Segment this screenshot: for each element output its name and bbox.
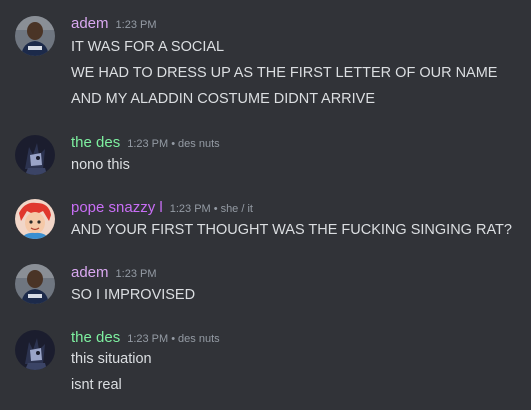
pronouns: des nuts — [178, 333, 220, 345]
message-header: adem 1:23 PM — [71, 15, 157, 35]
username[interactable]: pope snazzy l — [71, 199, 163, 216]
avatar[interactable] — [15, 199, 55, 239]
message-text: AND MY ALADDIN COSTUME DIDNT ARRIVE — [71, 91, 376, 107]
avatar[interactable] — [15, 135, 55, 175]
message-text: this situation — [71, 351, 152, 367]
message-header: the des 1:23 PM • des nuts — [71, 134, 220, 154]
timestamp[interactable]: 1:23 PM — [116, 268, 157, 280]
separator-dot: • — [213, 203, 218, 215]
message-text: AND YOUR FIRST THOUGHT WAS THE FUCKING S… — [71, 222, 512, 238]
message-text: WE HAD TO DRESS UP AS THE FIRST LETTER O… — [71, 65, 498, 81]
message-header: the des 1:23 PM • des nuts — [71, 329, 220, 349]
username[interactable]: adem — [71, 15, 109, 32]
message-text: IT WAS FOR A SOCIAL — [71, 39, 225, 55]
pronouns: des nuts — [178, 138, 220, 150]
message-header: adem 1:23 PM — [71, 264, 157, 284]
avatar[interactable] — [15, 16, 55, 56]
adem-avatar-icon — [15, 16, 55, 56]
avatar[interactable] — [15, 264, 55, 304]
des-avatar-icon — [15, 135, 55, 175]
separator-dot: • — [171, 333, 176, 345]
timestamp[interactable]: 1:23 PM — [170, 203, 211, 215]
username[interactable]: adem — [71, 264, 109, 281]
separator-dot: • — [171, 138, 176, 150]
adem-avatar-icon — [15, 264, 55, 304]
avatar[interactable] — [15, 330, 55, 370]
pope-avatar-icon — [15, 199, 55, 239]
message-text: SO I IMPROVISED — [71, 287, 196, 303]
message-text: nono this — [71, 157, 130, 173]
des-avatar-icon — [15, 330, 55, 370]
username[interactable]: the des — [71, 329, 120, 346]
message-text: isnt real — [71, 377, 122, 393]
timestamp[interactable]: 1:23 PM — [116, 19, 157, 31]
timestamp[interactable]: 1:23 PM — [127, 138, 168, 150]
username[interactable]: the des — [71, 134, 120, 151]
pronouns: she / it — [220, 203, 253, 215]
message-header: pope snazzy l 1:23 PM • she / it — [71, 199, 253, 219]
timestamp[interactable]: 1:23 PM — [127, 333, 168, 345]
